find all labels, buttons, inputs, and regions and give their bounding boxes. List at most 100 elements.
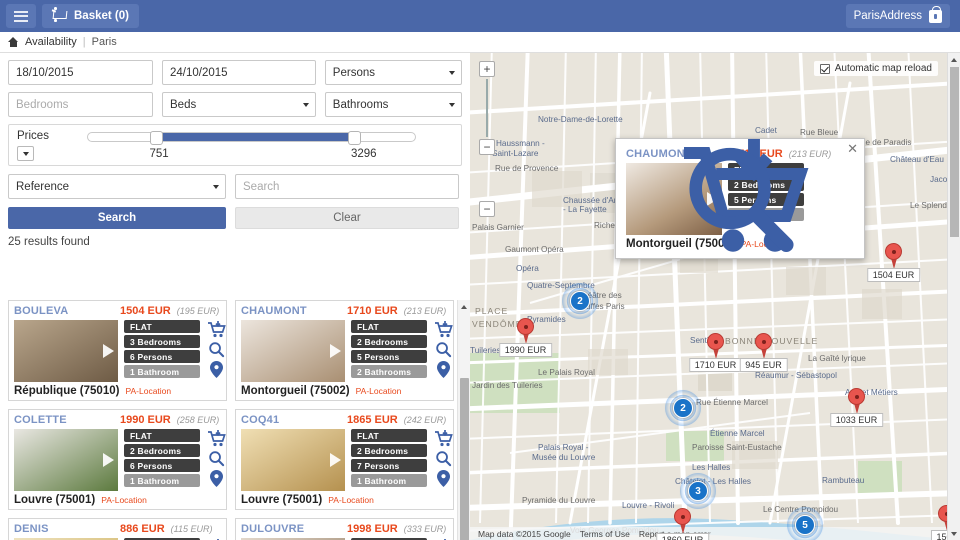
property-price: 1865 EUR [347,414,398,426]
beds-select[interactable]: Beds [162,92,316,117]
slider-handle-max[interactable] [348,131,362,145]
terms-of-use-link[interactable]: Terms of Use [580,529,630,539]
property-tag: FLAT [351,429,427,442]
slider-fill [158,133,357,141]
property-card[interactable]: BOULEVA 1504 EUR (195 EUR) FLAT 3 Bedroom… [8,300,227,401]
property-location: Montorgueil (75002) [241,385,350,397]
add-to-basket-icon[interactable] [206,321,226,338]
breadcrumb-section[interactable]: Availability [25,36,77,48]
property-location: Louvre (75001) [241,494,323,506]
map-price-pin[interactable]: 1710 EUR [688,333,743,372]
page-scroll-up-button[interactable] [948,53,960,66]
reference-select-value: Reference [16,180,70,193]
results-scroll-up-button[interactable] [458,300,470,313]
breadcrumb-city: Paris [91,36,117,48]
map-price-pin[interactable]: 1990 EUR [498,318,553,357]
map-pin-icon[interactable] [436,361,450,378]
map-zoom-controls[interactable]: + − [479,61,495,155]
map-pin-icon[interactable] [209,470,223,487]
property-card[interactable]: DENIS 886 EUR (115 EUR) FLAT1 Bedroom [8,518,227,540]
map-cluster-marker[interactable]: 2 [561,282,599,320]
results-scroll-thumb[interactable] [460,378,469,540]
page-scroll-down-button[interactable] [948,527,960,540]
map-price-pin[interactable]: 1501 [930,505,947,540]
property-thumbnail[interactable] [241,320,345,382]
property-actions [206,429,228,491]
magnifier-icon[interactable] [208,341,225,358]
account-button[interactable]: ParisAddress [845,4,950,28]
page-scroll-thumb[interactable] [950,67,959,237]
map-price-pin[interactable]: 1033 EUR [829,388,884,427]
map-price-pin[interactable]: 1504 EUR [866,243,921,282]
property-thumbnail[interactable] [14,320,118,382]
checkbox-checked-icon [819,63,830,74]
map-cluster-marker[interactable]: 3 [679,472,717,510]
property-card[interactable]: CHAUMONT 1710 EUR (213 EUR) FLAT 2 Bedroo… [235,300,454,401]
date-to-input[interactable]: 24/10/2015 [162,60,316,85]
results-scrollbar[interactable] [457,300,470,540]
pin-head-icon [848,388,865,405]
date-from-input[interactable]: 18/10/2015 [8,60,153,85]
map-pane: + − − Automatic map reload Notre-Dame-de… [470,53,960,540]
bedrooms-input[interactable]: Bedrooms [8,92,153,117]
property-price-per-night: (115 EUR) [170,524,213,534]
map-pin-icon[interactable] [436,470,450,487]
property-thumbnail[interactable] [241,429,345,491]
property-tag: 3 Bedrooms [124,335,200,348]
add-to-basket-icon[interactable] [206,430,226,447]
add-to-basket-icon[interactable] [433,321,453,338]
property-tag: 2 Bedrooms [351,335,427,348]
reference-select[interactable]: Reference [8,174,226,199]
zoom-out-button[interactable]: − [479,201,495,217]
add-to-basket-icon[interactable] [433,430,453,447]
search-input[interactable]: Search [235,174,459,199]
map-pin-icon[interactable] [209,361,223,378]
cluster-count: 3 [688,481,708,501]
zoom-slider-handle[interactable]: − [479,139,495,155]
menu-button[interactable] [6,4,36,28]
pin-head-icon [755,333,772,350]
slider-handle-min[interactable] [150,131,164,145]
magnifier-icon[interactable] [435,450,452,467]
results-count: 25 results found [8,236,90,248]
search-button[interactable]: Search [8,207,226,229]
chevron-down-icon [213,185,219,189]
results-list: BOULEVA 1504 EUR (195 EUR) FLAT 3 Bedroom… [8,300,462,540]
persons-select[interactable]: Persons [324,60,462,85]
cluster-count: 2 [570,291,590,311]
map-price-pin[interactable]: 1860 EUR [655,508,710,540]
price-range-slider[interactable] [87,131,416,145]
slider-track [87,131,416,145]
property-tag: 2 Bedrooms [351,444,427,457]
property-card[interactable]: DULOUVRE 1998 EUR (333 EUR) FLAT2 Bedroo… [235,518,454,540]
property-thumbnail[interactable] [14,429,118,491]
price-expand-button[interactable] [17,146,34,161]
pin-price-label: 1710 EUR [688,358,743,372]
pin-head-icon [517,318,534,335]
property-tag: 1 Bathroom [351,474,427,487]
home-icon[interactable] [8,37,19,47]
magnifier-icon[interactable] [208,450,225,467]
pin-head-icon [674,508,691,525]
bathrooms-select[interactable]: Bathrooms [324,92,462,117]
map-cluster-marker[interactable]: 2 [664,389,702,427]
automatic-map-reload-checkbox[interactable]: Automatic map reload [813,61,938,76]
property-card[interactable]: COLETTE 1990 EUR (258 EUR) FLAT 2 Bedroom… [8,409,227,510]
property-card[interactable]: COQ41 1865 EUR (242 EUR) FLAT 2 Bedrooms 7… [235,409,454,510]
magnifier-icon[interactable] [435,341,452,358]
map-tiles [470,53,947,540]
property-tag: 6 Persons [124,350,200,363]
property-price: 1710 EUR [347,305,398,317]
pin-head-icon [885,243,902,260]
map-cluster-marker[interactable]: 5 [786,506,824,540]
page-scrollbar[interactable] [947,53,960,540]
map-canvas[interactable]: + − − Automatic map reload Notre-Dame-de… [470,53,947,540]
clear-button[interactable]: Clear [235,207,459,229]
basket-button[interactable]: Basket (0) [42,4,139,28]
property-actions [206,320,228,382]
map-price-pin[interactable]: 945 EUR [739,333,788,372]
zoom-in-button[interactable]: + [479,61,495,77]
automatic-map-reload-label: Automatic map reload [834,63,932,74]
zoom-slider-rail[interactable] [486,79,488,137]
chevron-down-icon [302,103,309,107]
